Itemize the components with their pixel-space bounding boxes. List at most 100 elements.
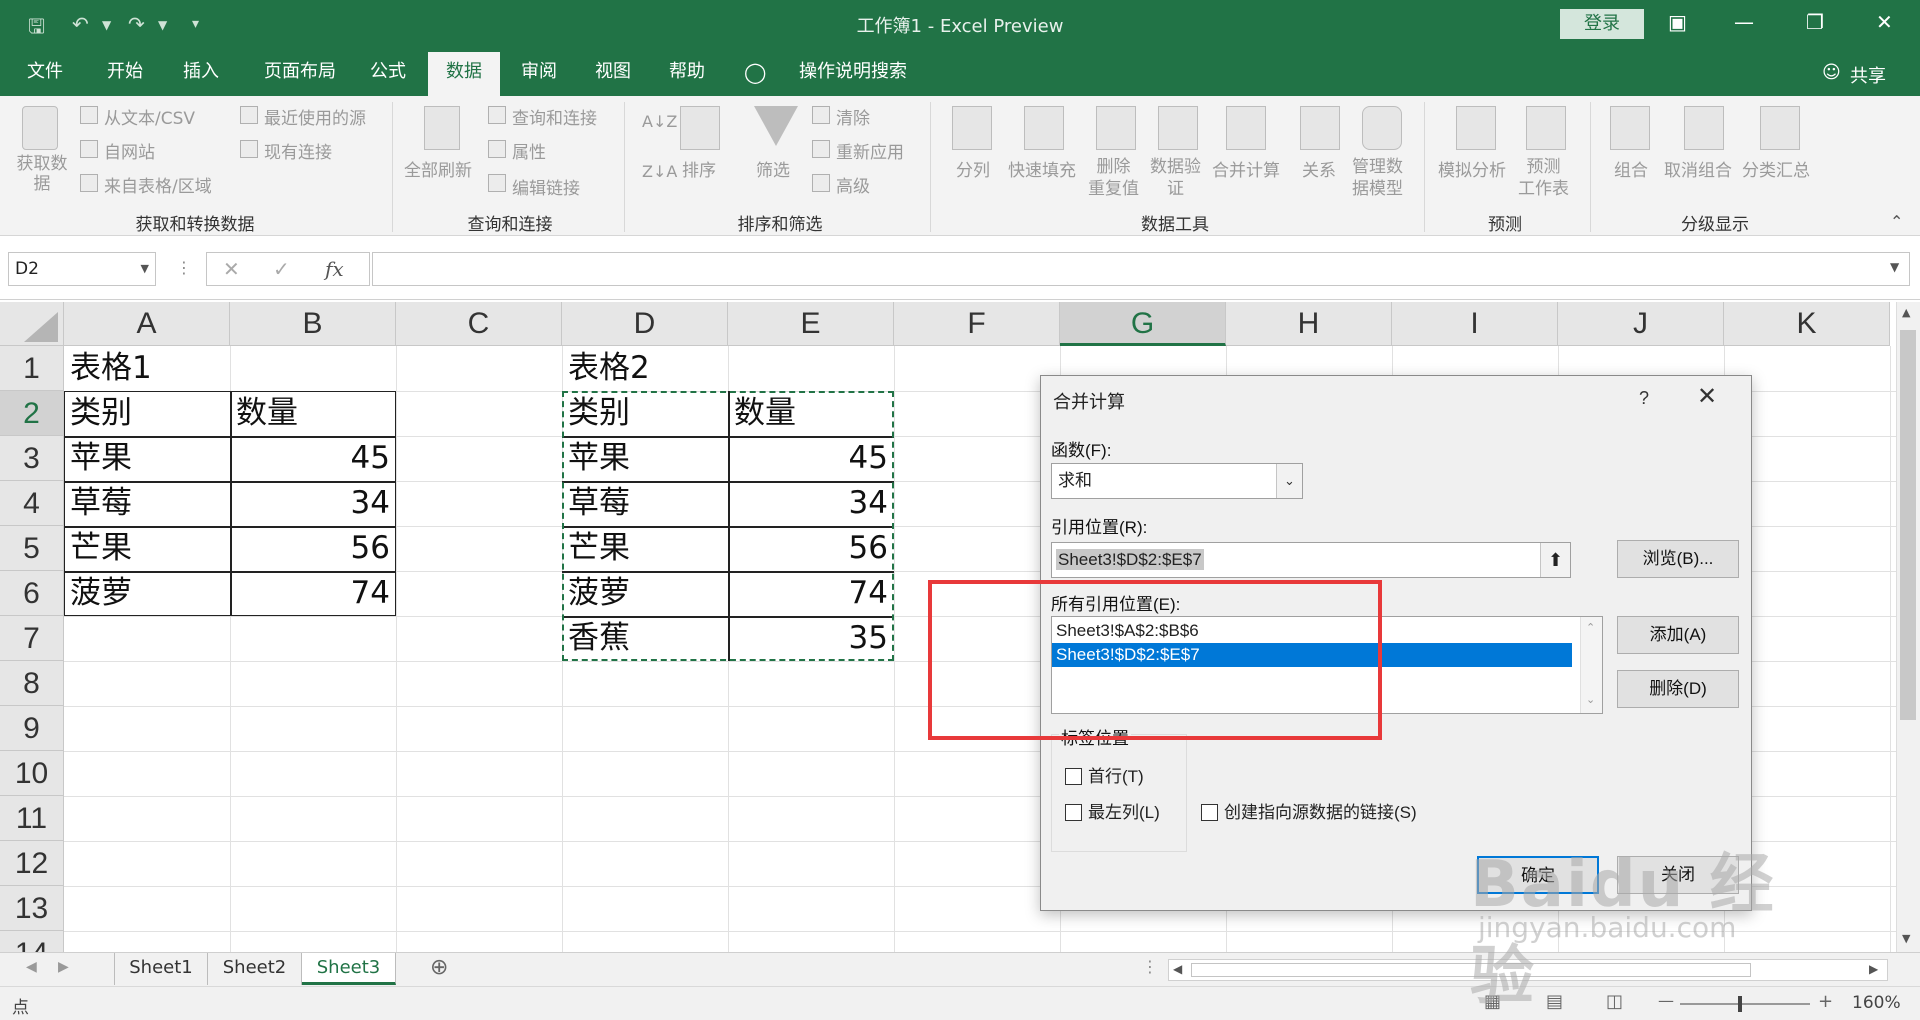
cell-b6[interactable]: 74: [230, 571, 396, 616]
scroll-down-icon[interactable]: ▼: [1902, 932, 1910, 945]
remove-duplicates-button[interactable]: 删除 重复值: [1088, 156, 1139, 200]
column-header-a[interactable]: A: [64, 302, 230, 346]
tab-page-layout[interactable]: 页面布局: [252, 48, 348, 96]
prev-sheet-icon[interactable]: ◀: [26, 959, 37, 975]
help-icon[interactable]: ?: [1639, 388, 1649, 409]
tab-split-icon[interactable]: ⋮: [1142, 957, 1158, 976]
row-header-4[interactable]: 4: [0, 481, 64, 526]
scroll-up-icon[interactable]: ▲: [1902, 306, 1910, 319]
page-layout-view-icon[interactable]: ▤: [1546, 991, 1563, 1012]
edit-links-button[interactable]: 编辑链接: [512, 174, 580, 199]
column-header-k[interactable]: K: [1724, 302, 1890, 346]
reference-input[interactable]: Sheet3!$D$2:$E$7 ⬆: [1051, 542, 1571, 578]
tab-formulas[interactable]: 公式: [352, 48, 424, 96]
row-header-11[interactable]: 11: [0, 796, 64, 841]
horizontal-scrollbar[interactable]: ◀ ▶: [1168, 959, 1888, 981]
cell-e6[interactable]: 74: [728, 571, 894, 616]
row-header-6[interactable]: 6: [0, 571, 64, 616]
what-if-button[interactable]: 模拟分析: [1438, 156, 1506, 181]
zoom-level[interactable]: 160%: [1852, 993, 1901, 1013]
cell-d5[interactable]: 芒果: [562, 526, 728, 571]
column-header-f[interactable]: F: [894, 302, 1060, 346]
get-data-button[interactable]: 获取数 据: [14, 154, 70, 194]
cell-d1[interactable]: 表格2: [562, 346, 728, 391]
list-scrollbar[interactable]: ⌃ ⌄: [1580, 617, 1602, 713]
minimize-icon[interactable]: —: [1734, 10, 1754, 34]
close-window-icon[interactable]: ✕: [1876, 10, 1893, 34]
top-row-checkbox[interactable]: 首行(T): [1065, 762, 1144, 787]
next-sheet-icon[interactable]: ▶: [58, 959, 69, 975]
cell-b3[interactable]: 45: [230, 436, 396, 481]
sort-button[interactable]: 排序: [682, 156, 716, 181]
from-text-button[interactable]: 从文本/CSV: [104, 104, 195, 129]
vertical-scroll-thumb[interactable]: [1900, 330, 1916, 720]
left-column-checkbox[interactable]: 最左列(L): [1065, 798, 1160, 823]
add-button[interactable]: 添加(A): [1617, 616, 1739, 654]
zoom-in-icon[interactable]: +: [1818, 991, 1833, 1012]
row-header-8[interactable]: 8: [0, 661, 64, 706]
subtotal-button[interactable]: 分类汇总: [1742, 156, 1810, 181]
delete-button[interactable]: 删除(D): [1617, 670, 1739, 708]
column-header-c[interactable]: C: [396, 302, 562, 346]
clear-button[interactable]: 清除: [836, 104, 870, 129]
tab-help[interactable]: 帮助: [652, 48, 722, 96]
sheet-tab-sheet1[interactable]: Sheet1: [114, 953, 208, 985]
existing-connections-button[interactable]: 现有连接: [264, 138, 332, 163]
insert-function-icon[interactable]: fx: [325, 257, 344, 281]
relationships-button[interactable]: 关系: [1302, 156, 1336, 181]
zoom-slider-thumb[interactable]: [1738, 996, 1742, 1012]
ok-button[interactable]: 确定: [1477, 856, 1599, 894]
close-icon[interactable]: ✕: [1697, 382, 1717, 411]
tab-home[interactable]: 开始: [90, 48, 160, 96]
manage-data-model-button[interactable]: 管理数 据模型: [1352, 156, 1403, 200]
tab-review[interactable]: 审阅: [504, 48, 574, 96]
cell-e2[interactable]: 数量: [728, 391, 894, 436]
tab-file[interactable]: 文件: [10, 48, 80, 96]
queries-connections-button[interactable]: 查询和连接: [512, 104, 597, 129]
data-validation-button[interactable]: 数据验 证: [1150, 156, 1201, 200]
cell-a3[interactable]: 苹果: [64, 436, 230, 481]
filter-button[interactable]: 筛选: [756, 156, 790, 181]
cell-d3[interactable]: 苹果: [562, 436, 728, 481]
sort-za-icon[interactable]: Z↓A: [642, 162, 677, 181]
cell-b5[interactable]: 56: [230, 526, 396, 571]
group-button[interactable]: 组合: [1614, 156, 1648, 181]
page-break-view-icon[interactable]: ◫: [1606, 991, 1623, 1012]
cell-b2[interactable]: 数量: [230, 391, 396, 436]
cell-e7[interactable]: 35: [728, 616, 894, 661]
expand-formula-bar-icon[interactable]: ▼: [1890, 260, 1899, 274]
cell-a5[interactable]: 芒果: [64, 526, 230, 571]
column-header-h[interactable]: H: [1226, 302, 1392, 346]
cell-d7[interactable]: 香蕉: [562, 616, 728, 661]
checkbox-icon[interactable]: [1201, 804, 1218, 821]
checkbox-icon[interactable]: [1065, 804, 1082, 821]
cell-a6[interactable]: 菠萝: [64, 571, 230, 616]
name-box[interactable]: D2 ▼: [8, 252, 156, 286]
tab-data[interactable]: 数据: [428, 52, 500, 96]
restore-icon[interactable]: ❐: [1806, 10, 1824, 34]
function-select[interactable]: 求和 ⌄: [1051, 463, 1303, 499]
text-to-columns-button[interactable]: 分列: [956, 156, 990, 181]
scroll-down-icon[interactable]: ⌄: [1586, 693, 1595, 706]
row-header-14[interactable]: 14: [0, 931, 64, 952]
normal-view-icon[interactable]: ▦: [1484, 991, 1501, 1012]
select-all-button[interactable]: [0, 302, 64, 346]
chevron-down-icon[interactable]: ⌄: [1276, 464, 1302, 498]
zoom-slider[interactable]: [1680, 1003, 1810, 1005]
cancel-icon[interactable]: ✕: [223, 257, 240, 281]
recent-sources-button[interactable]: 最近使用的源: [264, 104, 366, 129]
flash-fill-button[interactable]: 快速填充: [1008, 156, 1076, 181]
row-header-12[interactable]: 12: [0, 841, 64, 886]
sheet-tab-sheet3[interactable]: Sheet3: [302, 953, 396, 985]
row-header-2[interactable]: 2: [0, 391, 64, 436]
column-header-b[interactable]: B: [230, 302, 396, 346]
add-sheet-icon[interactable]: ⊕: [430, 955, 448, 980]
column-header-e[interactable]: E: [728, 302, 894, 346]
collapse-ribbon-icon[interactable]: ⌃: [1890, 212, 1903, 231]
checkbox-icon[interactable]: [1065, 768, 1082, 785]
row-header-13[interactable]: 13: [0, 886, 64, 931]
column-header-j[interactable]: J: [1558, 302, 1724, 346]
properties-button[interactable]: 属性: [512, 138, 546, 163]
from-web-button[interactable]: 自网站: [104, 138, 155, 163]
sheet-tab-sheet2[interactable]: Sheet2: [208, 953, 302, 985]
